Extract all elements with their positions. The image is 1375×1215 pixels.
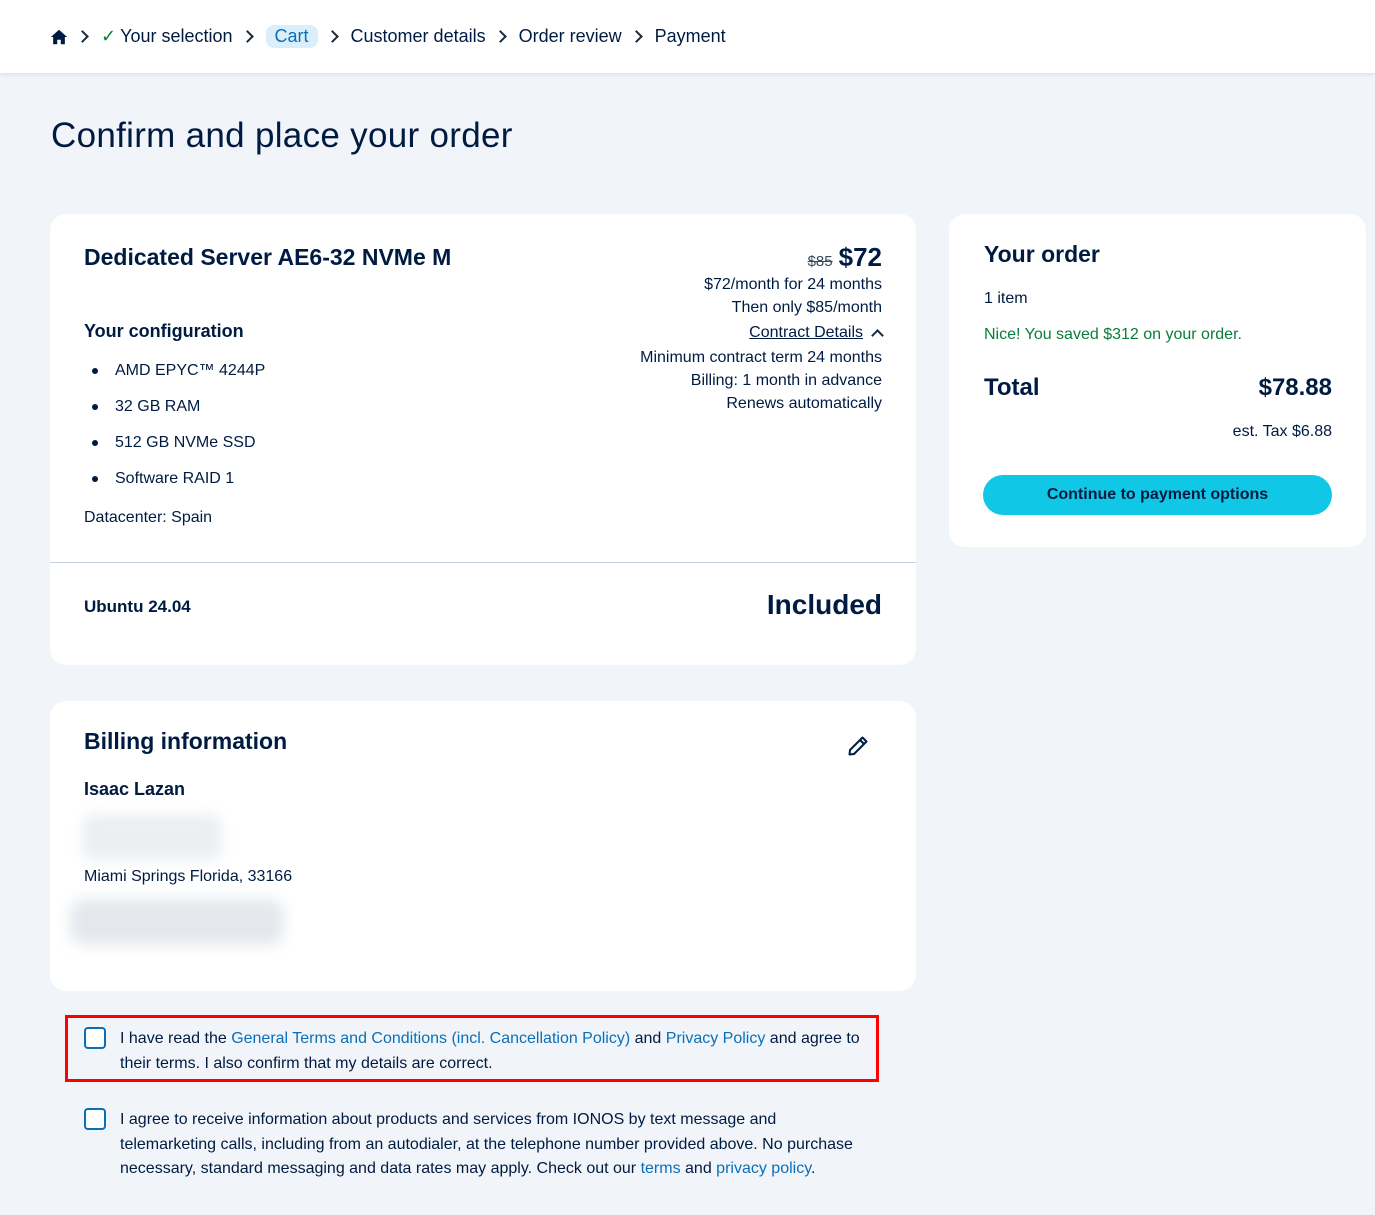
consent-text-part: and bbox=[680, 1160, 717, 1177]
consent-text-part: I have read the bbox=[120, 1030, 232, 1047]
terms-link[interactable]: terms bbox=[641, 1160, 681, 1177]
order-item-count: 1 item bbox=[984, 290, 1028, 307]
breadcrumb-payment[interactable]: Payment bbox=[655, 26, 726, 47]
billing-title: Billing information bbox=[84, 728, 288, 754]
pencil-edit-icon[interactable] bbox=[846, 734, 870, 758]
config-item: Software RAID 1 bbox=[84, 468, 265, 504]
total-value: $78.88 bbox=[1258, 374, 1332, 401]
chevron-right-icon bbox=[493, 30, 507, 43]
breadcrumb-customer-details[interactable]: Customer details bbox=[351, 26, 486, 47]
breadcrumb-label: Your selection bbox=[120, 26, 233, 46]
config-item: AMD EPYC™ 4244P bbox=[84, 360, 265, 396]
contract-details-toggle[interactable]: Contract Details bbox=[749, 320, 884, 346]
contract-details-label: Contract Details bbox=[749, 324, 863, 341]
chevron-right-icon bbox=[629, 30, 643, 43]
new-price: $72 bbox=[838, 242, 882, 272]
chevron-right-icon bbox=[240, 30, 254, 43]
terms-consent-text: I have read the General Terms and Condit… bbox=[120, 1027, 864, 1076]
page-title: Confirm and place your order bbox=[51, 116, 513, 155]
marketing-consent-text: I agree to receive information about pro… bbox=[120, 1108, 864, 1182]
billing-city: Miami Springs Florida, 33166 bbox=[84, 868, 293, 885]
order-title: Your order bbox=[984, 241, 1100, 267]
price-row: $85 $72 bbox=[640, 242, 882, 273]
privacy-link[interactable]: privacy policy bbox=[716, 1160, 811, 1177]
config-title: Your configuration bbox=[84, 321, 244, 341]
product-name: Dedicated Server AE6-32 NVMe M bbox=[84, 244, 452, 270]
chevron-right-icon bbox=[76, 30, 89, 43]
config-item: 512 GB NVMe SSD bbox=[84, 432, 265, 468]
chevron-up-icon bbox=[871, 329, 884, 342]
contract-line: Renews automatically bbox=[726, 395, 882, 412]
os-price: Included bbox=[766, 589, 882, 620]
tax-estimate: est. Tax $6.88 bbox=[1232, 423, 1332, 440]
os-name: Ubuntu 24.04 bbox=[84, 597, 191, 616]
breadcrumb-home[interactable] bbox=[50, 28, 68, 46]
marketing-checkbox[interactable] bbox=[84, 1108, 106, 1130]
continue-to-payment-button[interactable]: Continue to payment options bbox=[983, 475, 1332, 515]
savings-message: Nice! You saved $312 on your order. bbox=[984, 326, 1242, 343]
contract-line: Billing: 1 month in advance bbox=[690, 372, 882, 389]
checkmark-icon: ✓ bbox=[101, 26, 117, 46]
home-icon bbox=[50, 29, 68, 44]
breadcrumb-your-selection[interactable]: ✓ Your selection bbox=[101, 26, 233, 47]
billing-card: Billing information Isaac Lazan Miami Sp… bbox=[50, 701, 916, 991]
order-summary-card: Your order 1 item Nice! You saved $312 o… bbox=[949, 214, 1366, 547]
top-bar: ✓ Your selection Cart Customer details O… bbox=[0, 0, 1375, 73]
then-price: Then only $85/month bbox=[731, 299, 882, 316]
contract-line: Minimum contract term 24 months bbox=[640, 349, 882, 366]
product-card: Dedicated Server AE6-32 NVMe M Your conf… bbox=[50, 214, 916, 665]
breadcrumb: ✓ Your selection Cart Customer details O… bbox=[50, 25, 726, 48]
marketing-consent: I agree to receive information about pro… bbox=[84, 1108, 864, 1182]
price-block: $85 $72 $72/month for 24 months Then onl… bbox=[640, 242, 884, 415]
redacted-address bbox=[82, 814, 222, 860]
redacted-contact bbox=[70, 899, 284, 945]
config-item: 32 GB RAM bbox=[84, 396, 265, 432]
privacy-policy-link[interactable]: Privacy Policy bbox=[666, 1030, 766, 1047]
total-label: Total bbox=[984, 374, 1040, 401]
datacenter: Datacenter: Spain bbox=[84, 509, 213, 526]
price-detail: $72/month for 24 months bbox=[704, 276, 882, 293]
general-terms-link[interactable]: General Terms and Conditions (incl. Canc… bbox=[231, 1030, 630, 1047]
billing-name: Isaac Lazan bbox=[84, 779, 186, 799]
consent-text-part: and bbox=[630, 1030, 666, 1047]
terms-checkbox[interactable] bbox=[84, 1027, 106, 1049]
breadcrumb-cart[interactable]: Cart bbox=[265, 25, 318, 48]
divider bbox=[50, 562, 916, 563]
chevron-right-icon bbox=[325, 30, 339, 43]
breadcrumb-order-review[interactable]: Order review bbox=[519, 26, 622, 47]
terms-consent: I have read the General Terms and Condit… bbox=[84, 1027, 864, 1076]
old-price: $85 bbox=[807, 253, 833, 270]
config-list: AMD EPYC™ 4244P 32 GB RAM 512 GB NVMe SS… bbox=[84, 360, 265, 504]
consent-text-part: . bbox=[811, 1160, 816, 1177]
